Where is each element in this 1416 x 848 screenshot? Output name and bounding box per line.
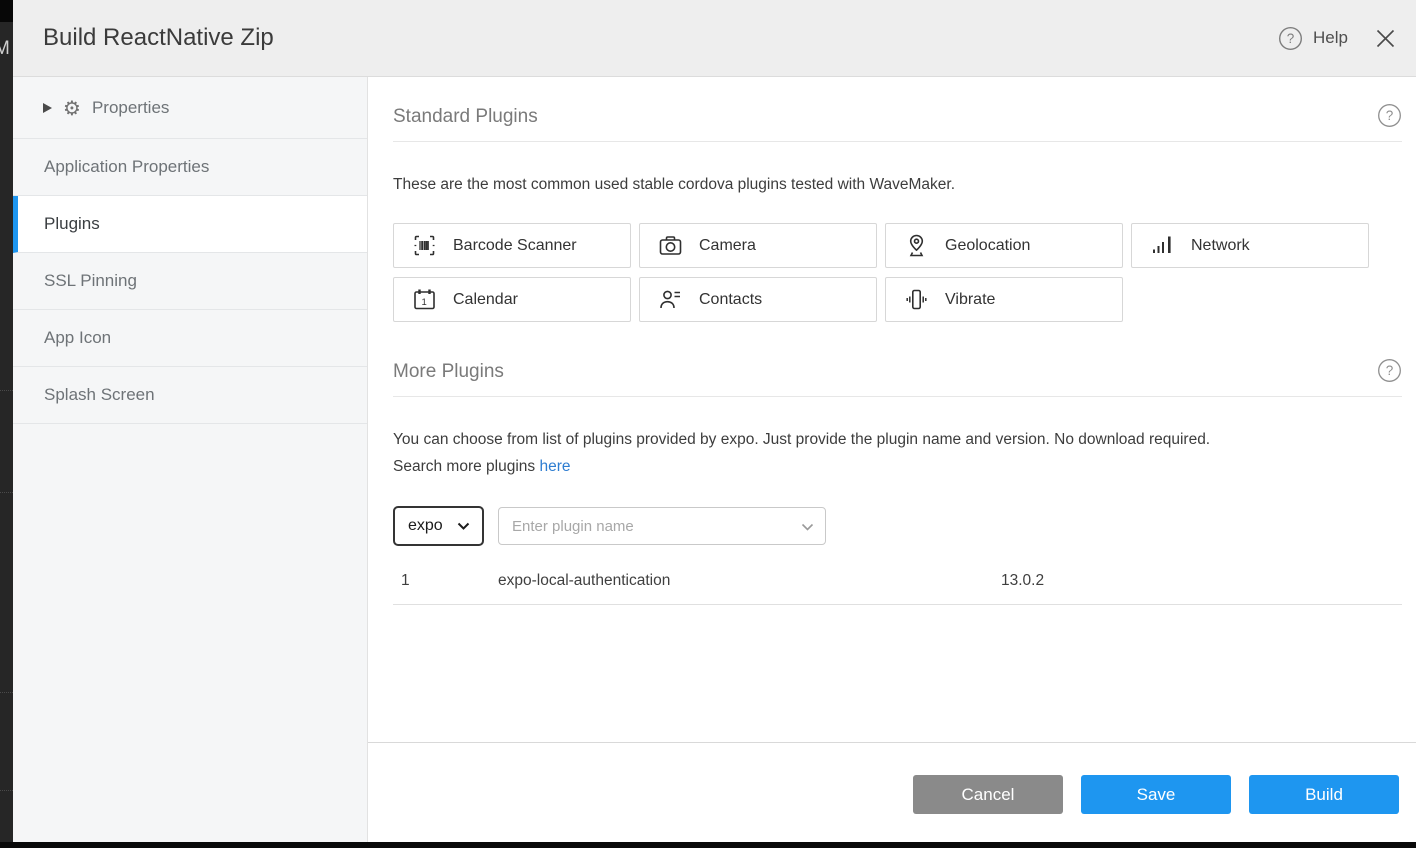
background-app-strip: M	[0, 0, 13, 848]
section-help-icon[interactable]: ?	[1377, 103, 1402, 128]
plugin-card-label: Geolocation	[945, 237, 1030, 255]
plugin-card-barcode-scanner[interactable]: Barcode Scanner	[393, 223, 631, 268]
plugin-card-geolocation[interactable]: Geolocation	[885, 223, 1123, 268]
sidebar-item-label: SSL Pinning	[44, 271, 137, 291]
background-app-bottom-edge	[0, 842, 1416, 848]
sidebar-item-application-properties[interactable]: Application Properties	[13, 139, 367, 196]
close-icon	[1376, 29, 1395, 48]
plugin-name-input[interactable]	[498, 507, 826, 545]
caret-right-icon	[43, 103, 52, 113]
more-plugins-description: You can choose from list of plugins prov…	[393, 426, 1402, 480]
plugin-card-camera[interactable]: Camera	[639, 223, 877, 268]
barcode-icon	[411, 232, 438, 259]
standard-plugins-grid: Barcode Scanner Camera	[393, 223, 1402, 322]
sidebar-item-label: Plugins	[44, 214, 100, 234]
camera-icon	[657, 232, 684, 259]
cancel-button[interactable]: Cancel	[913, 775, 1063, 814]
gear-icon: ⚙	[63, 98, 81, 118]
background-divider	[0, 390, 13, 391]
sidebar-group-properties[interactable]: ⚙ Properties	[13, 77, 367, 139]
more-plugins-description-line2: Search more plugins here	[393, 453, 1402, 480]
plugin-card-vibrate[interactable]: Vibrate	[885, 277, 1123, 322]
sidebar-item-plugins[interactable]: Plugins	[13, 196, 367, 253]
plugin-card-label: Contacts	[699, 291, 762, 309]
svg-text:1: 1	[422, 297, 427, 308]
standard-plugins-description: These are the most common used stable co…	[393, 171, 1402, 198]
plugin-card-label: Barcode Scanner	[453, 237, 577, 255]
calendar-icon: 1	[411, 286, 438, 313]
provider-select[interactable]: expo	[393, 506, 484, 546]
plugin-card-calendar[interactable]: 1 Calendar	[393, 277, 631, 322]
background-divider	[0, 492, 13, 493]
sidebar-item-label: App Icon	[44, 328, 111, 348]
table-row[interactable]: 1 expo-local-authentication 13.0.2	[393, 558, 1402, 605]
contacts-icon	[657, 286, 684, 313]
svg-text:?: ?	[1287, 31, 1295, 46]
sidebar-item-ssl-pinning[interactable]: SSL Pinning	[13, 253, 367, 310]
build-button[interactable]: Build	[1249, 775, 1399, 814]
plugin-row-name: expo-local-authentication	[498, 572, 1001, 590]
plugin-card-label: Camera	[699, 237, 756, 255]
geolocation-icon	[903, 232, 930, 259]
background-app-text-fragment: M	[0, 38, 10, 60]
background-divider	[0, 790, 13, 791]
vibrate-icon	[903, 286, 930, 313]
dialog-footer: Cancel Save Build	[368, 742, 1416, 842]
svg-text:?: ?	[1386, 363, 1394, 378]
plugin-search-controls: expo	[393, 506, 1402, 546]
dialog-title: Build ReactNative Zip	[43, 24, 274, 52]
standard-plugins-title: Standard Plugins	[393, 106, 538, 128]
plugins-panel: Standard Plugins ? These are the most co…	[368, 77, 1416, 742]
dialog-sidebar: ⚙ Properties Application Properties Plug…	[13, 77, 368, 842]
search-plugins-link[interactable]: here	[539, 458, 570, 475]
more-plugins-title: More Plugins	[393, 361, 504, 383]
plugin-card-network[interactable]: Network	[1131, 223, 1369, 268]
standard-plugins-header: Standard Plugins ?	[393, 77, 1402, 142]
svg-text:?: ?	[1386, 108, 1394, 123]
build-reactnative-zip-dialog: Build ReactNative Zip ? Help ⚙ Propertie…	[13, 0, 1416, 842]
plugin-card-contacts[interactable]: Contacts	[639, 277, 877, 322]
plugin-card-label: Network	[1191, 237, 1250, 255]
sidebar-item-label: Application Properties	[44, 157, 209, 177]
sidebar-item-splash-screen[interactable]: Splash Screen	[13, 367, 367, 424]
provider-select-value: expo	[408, 517, 443, 535]
more-plugins-header: More Plugins ?	[393, 331, 1402, 397]
selected-plugins-table: 1 expo-local-authentication 13.0.2	[393, 558, 1402, 605]
dialog-header: Build ReactNative Zip ? Help	[13, 0, 1416, 77]
sidebar-item-app-icon[interactable]: App Icon	[13, 310, 367, 367]
background-divider	[0, 692, 13, 693]
help-label: Help	[1313, 28, 1348, 48]
more-plugins-description-line1: You can choose from list of plugins prov…	[393, 426, 1402, 453]
sidebar-item-label: Splash Screen	[44, 385, 155, 405]
plugin-card-label: Calendar	[453, 291, 518, 309]
sidebar-group-label: Properties	[92, 98, 169, 118]
chevron-down-icon[interactable]	[801, 523, 814, 531]
network-icon	[1149, 232, 1176, 259]
help-icon: ?	[1278, 26, 1303, 51]
chevron-down-icon	[457, 522, 470, 530]
background-app-topbar	[0, 0, 13, 22]
plugin-row-index: 1	[393, 572, 498, 590]
section-help-icon[interactable]: ?	[1377, 358, 1402, 383]
help-button[interactable]: ? Help	[1278, 26, 1348, 51]
plugin-card-label: Vibrate	[945, 291, 995, 309]
plugin-row-version: 13.0.2	[1001, 572, 1402, 590]
plugin-name-combobox	[498, 507, 826, 545]
close-button[interactable]	[1372, 25, 1398, 51]
save-button[interactable]: Save	[1081, 775, 1231, 814]
